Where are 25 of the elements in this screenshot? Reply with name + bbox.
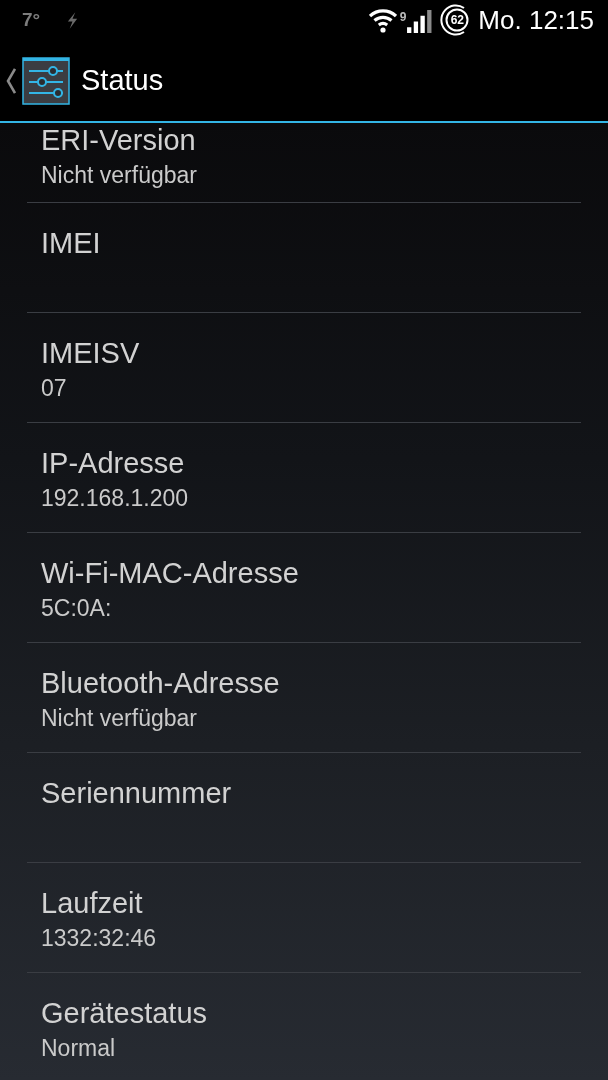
data-count-text: 9 [399, 10, 407, 24]
settings-icon [22, 56, 70, 105]
preference-value: 1332:32:46 [41, 924, 157, 952]
back-icon [6, 67, 16, 94]
preference-value: Normal [41, 1034, 116, 1062]
preference-value: 07 [41, 374, 67, 402]
preference-title: Laufzeit [41, 886, 143, 920]
clock-text: Mo. 12:15 [478, 4, 594, 36]
preference-value: 5C:0A: [41, 594, 112, 622]
preference-title: Gerätestatus [41, 996, 208, 1030]
preference-title: IP-Adresse [41, 446, 185, 480]
temperature-text: 7° [22, 9, 41, 31]
preference-value: 192.168.1.200 [41, 484, 189, 512]
preference-title: ERI-Version [41, 123, 196, 157]
preference-value: Nicht verfügbar [41, 704, 197, 732]
preference-title: IMEI [41, 226, 101, 260]
signal-icon [407, 9, 433, 33]
preference-value: Nicht verfügbar [41, 161, 197, 189]
screen-title: Status [81, 64, 164, 97]
preference-title: Seriennummer [41, 776, 232, 810]
preference-title: IMEISV [41, 336, 140, 370]
lightning-icon [66, 11, 80, 29]
preference-title: Wi-Fi-MAC-Adresse [41, 556, 299, 590]
wifi-icon [368, 7, 397, 33]
preference-title: Bluetooth-Adresse [41, 666, 280, 700]
